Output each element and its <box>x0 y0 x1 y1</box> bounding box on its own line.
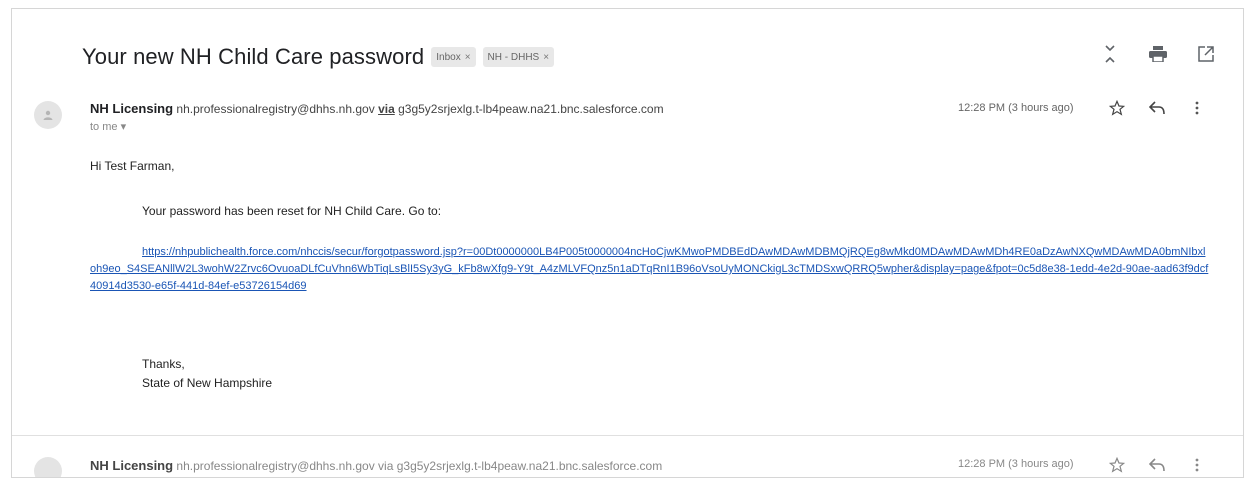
next-sender-avatar[interactable] <box>34 457 62 477</box>
print-icon[interactable] <box>1149 44 1167 64</box>
reply-icon[interactable] <box>1148 99 1166 117</box>
recipient-dropdown[interactable]: to me ▾ <box>90 120 126 133</box>
email-subject: Your new NH Child Care password <box>82 44 425 69</box>
closing: Thanks, <box>142 357 185 371</box>
via-domain: g3g5y2srjexlg.t-lb4peaw.na21.bnc.salesfo… <box>398 102 664 116</box>
label-inbox-remove[interactable]: × <box>465 52 471 63</box>
next-message-header[interactable]: NH Licensing nh.professionalregistry@dhh… <box>90 458 662 473</box>
email-thread-view: Your new NH Child Care password Inbox × … <box>11 8 1244 478</box>
sender-avatar[interactable] <box>34 101 62 129</box>
more-vert-icon[interactable] <box>1188 99 1206 117</box>
sender-name[interactable]: NH Licensing <box>90 101 173 116</box>
subject-row: Your new NH Child Care password Inbox × … <box>82 39 555 75</box>
label-nh-dhhs-text: NH - DHHS <box>487 51 540 63</box>
sender-email: nh.professionalregistry@dhhs.nh.gov <box>176 102 375 116</box>
chevron-down-icon: ▾ <box>120 121 127 133</box>
label-inbox-text: Inbox <box>436 51 461 63</box>
reply-icon[interactable] <box>1148 455 1166 475</box>
signature: State of New Hampshire <box>142 376 273 390</box>
message-divider <box>12 435 1243 436</box>
next-sender-name: NH Licensing <box>90 458 174 473</box>
label-inbox[interactable]: Inbox × <box>431 47 476 67</box>
star-icon[interactable] <box>1108 99 1126 117</box>
label-nh-dhhs-remove[interactable]: × <box>543 52 549 63</box>
open-new-window-icon[interactable] <box>1197 44 1215 64</box>
label-nh-dhhs[interactable]: NH - DHHS × <box>482 47 555 67</box>
greeting: Hi Test Farman, <box>90 159 175 173</box>
next-sender-preview: nh.professionalregistry@dhhs.nh.gov via … <box>176 459 663 473</box>
recipient-text: to me <box>90 121 118 133</box>
star-icon[interactable] <box>1108 455 1126 475</box>
message-actions <box>1108 99 1206 117</box>
sender-info: NH Licensing nh.professionalregistry@dhh… <box>90 101 664 116</box>
more-vert-icon[interactable] <box>1188 455 1206 475</box>
reset-password-link[interactable]: https://nhpublichealth.force.com/nhccis/… <box>90 244 1210 295</box>
reset-notice: Your password has been reset for NH Chil… <box>142 204 442 218</box>
expand-all-icon[interactable] <box>1101 44 1119 64</box>
next-message-time: 12:28 PM (3 hours ago) <box>958 458 1074 470</box>
via-link[interactable]: via <box>378 102 395 116</box>
thread-actions <box>1101 44 1215 64</box>
message-time: 12:28 PM (3 hours ago) <box>958 102 1074 114</box>
next-message-actions <box>1108 455 1206 475</box>
